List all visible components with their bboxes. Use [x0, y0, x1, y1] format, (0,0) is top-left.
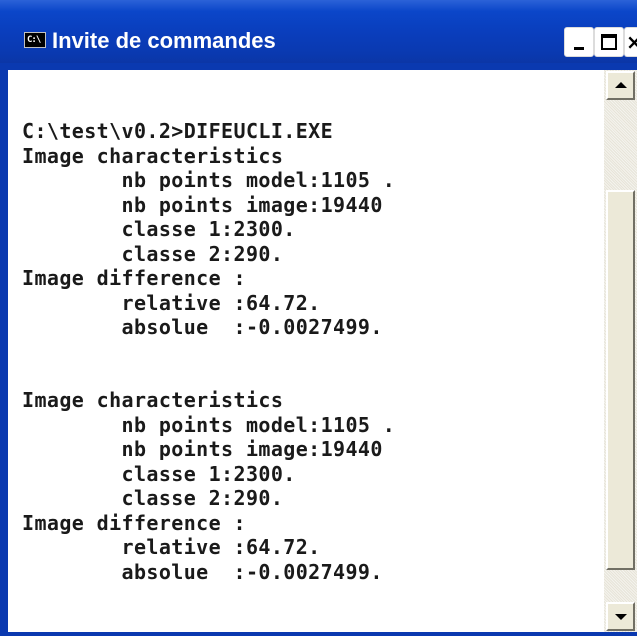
- close-icon: ×: [626, 30, 637, 54]
- console-output[interactable]: C:\test\v0.2>DIFEUCLI.EXE Image characte…: [8, 70, 604, 632]
- minimize-button[interactable]: [564, 27, 594, 57]
- window-title: Invite de commandes: [52, 28, 276, 53]
- cmd-icon-text: C:\: [27, 35, 41, 45]
- maximize-button[interactable]: [594, 27, 624, 57]
- console-line: classe 2:290.: [22, 242, 284, 266]
- scrollbar-thumb[interactable]: [606, 190, 635, 570]
- console-line: nb points model:1105 .: [22, 168, 396, 192]
- arrow-up-icon: [615, 82, 627, 88]
- console-line: relative :64.72.: [22, 535, 321, 559]
- console-line: nb points image:19440: [22, 193, 383, 217]
- console-line: C:\test\v0.2>DIFEUCLI.EXE: [22, 119, 334, 143]
- console-line: absolue :-0.0027499.: [22, 315, 383, 339]
- close-button[interactable]: ×: [624, 27, 637, 57]
- scroll-down-button[interactable]: [606, 602, 635, 631]
- console-line: Image characteristics: [22, 144, 284, 168]
- console-line: Image difference :: [22, 511, 246, 535]
- scroll-up-button[interactable]: [606, 71, 635, 100]
- console-line: classe 2:290.: [22, 486, 284, 510]
- vertical-scrollbar[interactable]: [604, 70, 637, 632]
- arrow-down-icon: [615, 614, 627, 620]
- console-line: absolue :-0.0027499.: [22, 560, 383, 584]
- maximize-icon: [601, 34, 617, 50]
- console-line: Image difference :: [22, 266, 246, 290]
- console-line: nb points model:1105 .: [22, 413, 396, 437]
- command-prompt-window: C:\ Invite de commandes × C:\test\v0.2>D…: [0, 0, 637, 636]
- console-line: classe 1:2300.: [22, 462, 296, 486]
- console-line: nb points image:19440: [22, 437, 383, 461]
- console-line: relative :64.72.: [22, 291, 321, 315]
- minimize-icon: [574, 47, 584, 50]
- cmd-icon[interactable]: C:\: [24, 32, 46, 48]
- console-line: Image characteristics: [22, 388, 284, 412]
- title-bar[interactable]: C:\ Invite de commandes ×: [0, 0, 637, 63]
- console-line: classe 1:2300.: [22, 217, 296, 241]
